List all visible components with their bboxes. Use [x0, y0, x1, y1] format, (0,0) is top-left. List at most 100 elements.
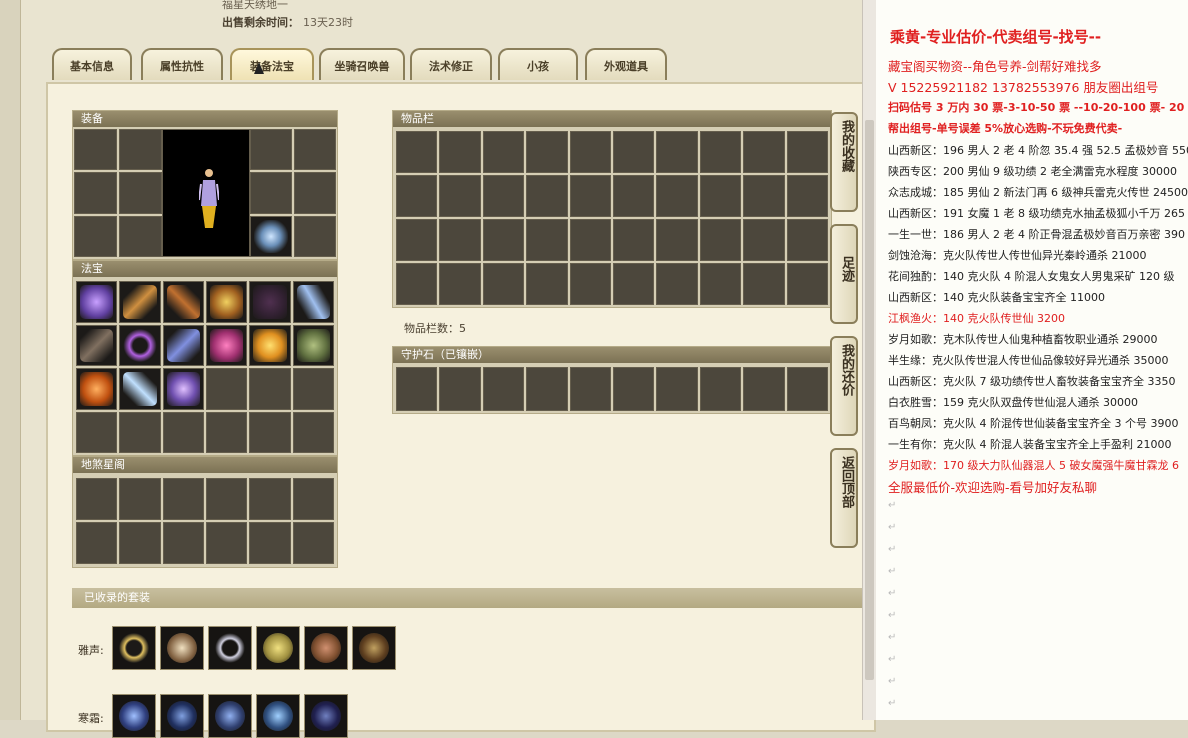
item-slot[interactable] — [656, 131, 698, 173]
equipment-slot[interactable] — [250, 215, 292, 257]
set-item[interactable] — [256, 626, 300, 670]
item-slot[interactable] — [396, 131, 438, 173]
back-to-top-button[interactable]: 返回顶部 — [830, 448, 858, 548]
item-slot[interactable] — [526, 175, 568, 217]
set-item[interactable] — [208, 694, 252, 738]
item-slot[interactable] — [656, 263, 698, 305]
item-slot[interactable] — [656, 219, 698, 261]
item-slot[interactable] — [396, 219, 438, 261]
item-slot[interactable] — [569, 263, 611, 305]
set-item[interactable] — [256, 694, 300, 738]
my-counteroffer-button[interactable]: 我的还价 — [830, 336, 858, 436]
fabao-slot[interactable] — [249, 324, 291, 366]
equipment-slot[interactable] — [119, 129, 162, 171]
fabao-slot[interactable] — [76, 368, 118, 410]
dichen-slot[interactable] — [76, 478, 118, 520]
item-slot[interactable] — [439, 219, 481, 261]
tab-attributes[interactable]: 属性抗性 — [141, 48, 223, 80]
set-item[interactable] — [112, 626, 156, 670]
tab-spell-correction[interactable]: 法术修正 — [410, 48, 492, 80]
item-slot[interactable] — [786, 175, 828, 217]
dichen-slot[interactable] — [292, 478, 334, 520]
fabao-slot[interactable] — [119, 411, 161, 453]
fabao-slot[interactable] — [76, 324, 118, 366]
item-slot[interactable] — [396, 263, 438, 305]
item-slot[interactable] — [482, 219, 525, 261]
tab-equipment-fabao[interactable]: 装备法宝 — [230, 48, 314, 80]
item-slot[interactable] — [569, 131, 611, 173]
guard-slot[interactable] — [699, 367, 742, 411]
item-slot[interactable] — [786, 131, 828, 173]
fabao-slot[interactable] — [292, 411, 334, 453]
item-slot[interactable] — [526, 219, 568, 261]
guard-slot[interactable] — [439, 367, 481, 411]
dichen-slot[interactable] — [119, 522, 161, 564]
guard-slot[interactable] — [656, 367, 698, 411]
fabao-slot[interactable] — [292, 281, 334, 323]
fabao-slot[interactable] — [162, 368, 204, 410]
fabao-slot[interactable] — [292, 324, 334, 366]
fabao-slot[interactable] — [205, 324, 248, 366]
set-item[interactable] — [112, 694, 156, 738]
equipment-slot[interactable] — [74, 129, 117, 171]
item-slot[interactable] — [786, 263, 828, 305]
scrollbar-thumb[interactable] — [865, 120, 874, 680]
dichen-slot[interactable] — [249, 522, 291, 564]
dichen-slot[interactable] — [119, 478, 161, 520]
item-slot[interactable] — [482, 263, 525, 305]
dichen-slot[interactable] — [76, 522, 118, 564]
set-item[interactable] — [160, 626, 204, 670]
dichen-slot[interactable] — [205, 522, 248, 564]
fabao-slot[interactable] — [249, 281, 291, 323]
fabao-slot[interactable] — [119, 281, 161, 323]
fabao-slot[interactable] — [205, 281, 248, 323]
item-slot[interactable] — [743, 263, 785, 305]
item-slot[interactable] — [439, 131, 481, 173]
equipment-slot[interactable] — [294, 129, 336, 171]
dichen-slot[interactable] — [205, 478, 248, 520]
set-item[interactable] — [304, 626, 348, 670]
dichen-slot[interactable] — [162, 478, 204, 520]
dichen-slot[interactable] — [292, 522, 334, 564]
fabao-slot[interactable] — [119, 324, 161, 366]
item-slot[interactable] — [613, 263, 655, 305]
item-slot[interactable] — [656, 175, 698, 217]
item-slot[interactable] — [526, 131, 568, 173]
item-slot[interactable] — [482, 131, 525, 173]
guard-slot[interactable] — [786, 367, 828, 411]
fabao-slot[interactable] — [162, 281, 204, 323]
item-slot[interactable] — [396, 175, 438, 217]
set-item[interactable] — [304, 694, 348, 738]
guard-slot[interactable] — [482, 367, 525, 411]
dichen-slot[interactable] — [249, 478, 291, 520]
fabao-slot[interactable] — [76, 281, 118, 323]
tab-basic-info[interactable]: 基本信息 — [52, 48, 132, 80]
equipment-slot[interactable] — [74, 172, 117, 214]
equipment-slot[interactable] — [119, 215, 162, 257]
my-favorites-button[interactable]: 我的收藏 — [830, 112, 858, 212]
item-slot[interactable] — [613, 175, 655, 217]
set-item[interactable] — [352, 626, 396, 670]
fabao-slot[interactable] — [119, 368, 161, 410]
guard-slot[interactable] — [396, 367, 438, 411]
guard-slot[interactable] — [569, 367, 611, 411]
footprints-button[interactable]: 足迹 — [830, 224, 858, 324]
fabao-slot[interactable] — [76, 411, 118, 453]
fabao-slot[interactable] — [205, 368, 248, 410]
fabao-slot[interactable] — [162, 411, 204, 453]
guard-slot[interactable] — [526, 367, 568, 411]
tab-child[interactable]: 小孩 — [498, 48, 578, 80]
equipment-slot[interactable] — [119, 172, 162, 214]
item-slot[interactable] — [569, 219, 611, 261]
item-slot[interactable] — [439, 175, 481, 217]
set-item[interactable] — [208, 626, 252, 670]
item-slot[interactable] — [699, 175, 742, 217]
equipment-slot[interactable] — [294, 215, 336, 257]
item-slot[interactable] — [699, 131, 742, 173]
tab-mounts-pets[interactable]: 坐骑召唤兽 — [319, 48, 405, 80]
fabao-slot[interactable] — [292, 368, 334, 410]
set-item[interactable] — [160, 694, 204, 738]
item-slot[interactable] — [743, 219, 785, 261]
item-slot[interactable] — [699, 263, 742, 305]
fabao-slot[interactable] — [162, 324, 204, 366]
